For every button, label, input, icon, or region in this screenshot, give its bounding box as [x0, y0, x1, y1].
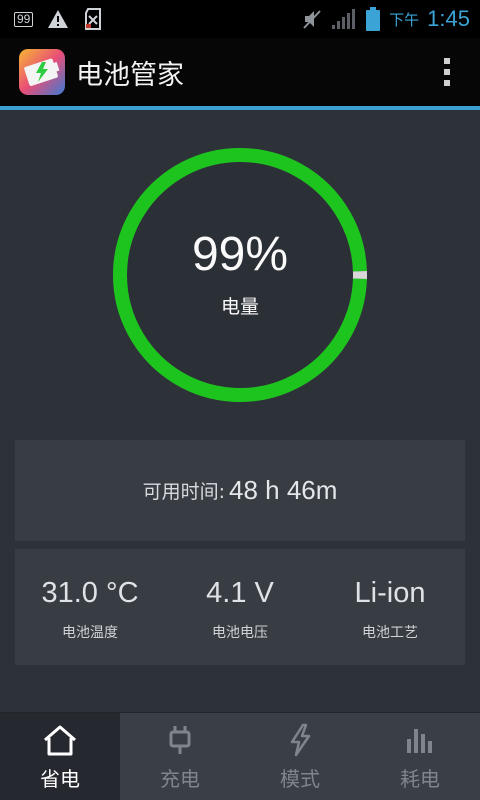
stat-technology: Li-ion 电池工艺 [315, 549, 465, 665]
clock-time: 1:45 [427, 6, 470, 31]
mute-icon [301, 8, 323, 30]
notification-badge: 99 [14, 11, 34, 27]
menu-dot [444, 80, 450, 86]
battery-level-label: 电量 [220, 296, 259, 318]
lightning-icon [282, 723, 318, 757]
stat-value: Li-ion [354, 577, 426, 609]
tab-label: 充电 [160, 767, 200, 791]
battery-percent: 99% [191, 228, 289, 281]
stat-voltage: 4.1 V 电池电压 [165, 549, 315, 665]
menu-dot [444, 58, 450, 64]
status-bar: 99 下午 1:45 [0, 0, 480, 38]
home-icon [42, 723, 78, 757]
warning-icon [47, 9, 69, 29]
bar-chart-icon [402, 723, 438, 757]
plug-icon [162, 723, 198, 757]
available-time-label: 可用时间: [142, 481, 225, 503]
notification-99-icon: 99 [14, 11, 34, 27]
action-bar: 电池管家 [0, 38, 480, 106]
tab-mode[interactable]: 模式 [240, 713, 360, 800]
battery-gauge: 99% 电量 [110, 145, 370, 405]
tab-consumption[interactable]: 耗电 [360, 713, 480, 800]
app-battery-icon[interactable] [18, 48, 66, 96]
battery-icon [365, 7, 381, 31]
tab-save-power[interactable]: 省电 [0, 713, 120, 800]
clock-ampm: 下午 [389, 11, 420, 29]
bottom-nav: 省电 充电 模式 耗电 [0, 712, 480, 800]
sd-card-icon [83, 8, 103, 30]
signal-icon [331, 8, 357, 30]
app-title: 电池管家 [76, 59, 184, 91]
stat-temperature: 31.0 °C 电池温度 [15, 549, 165, 665]
tab-charge[interactable]: 充电 [120, 713, 240, 800]
tab-label: 模式 [280, 767, 320, 791]
stat-label: 电池工艺 [362, 625, 418, 641]
battery-stats-card: 31.0 °C 电池温度 4.1 V 电池电压 Li-ion 电池工艺 [15, 549, 465, 665]
available-time-card: 可用时间: 48 h 46m [15, 440, 465, 541]
action-bar-divider [0, 106, 480, 110]
overflow-menu-button[interactable] [444, 58, 450, 86]
stat-label: 电池温度 [62, 625, 118, 641]
menu-dot [444, 69, 450, 75]
stat-value: 31.0 °C [41, 577, 139, 609]
tab-label: 耗电 [400, 767, 440, 791]
tab-label: 省电 [40, 767, 80, 791]
stat-label: 电池电压 [212, 625, 268, 641]
stat-value: 4.1 V [206, 577, 274, 609]
available-time-value: 48 h 46m [229, 475, 338, 505]
